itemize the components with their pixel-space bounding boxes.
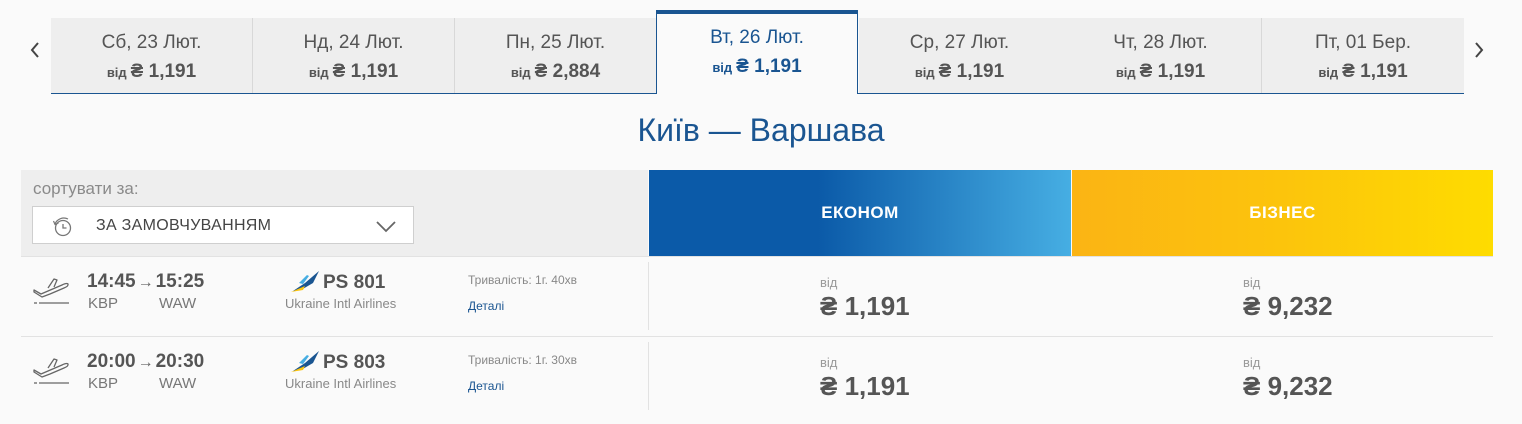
from-label: від [712,60,733,75]
airline-name: Ukraine Intl Airlines [285,376,397,391]
from-label: від [106,65,127,80]
airline-logo-icon [291,271,319,292]
date-price: від ₴ 1,191 [859,61,1060,83]
sort-label: сортувати за: [33,179,139,198]
arrival-time: 15:25 [155,271,205,292]
economy-price: ₴ 1,191 [820,371,910,401]
date-tab[interactable]: Сб, 23 Лют. від ₴ 1,191 [51,18,253,93]
date-tab[interactable]: Пт, 01 Бер. від ₴ 1,191 [1262,18,1464,93]
flight-duration: Тривалість: 1г. 30хв [468,353,578,367]
economy-price-cell[interactable]: від ₴ 1,191 [649,343,1069,415]
business-price: ₴ 9,232 [1243,291,1333,321]
date-label: Пт, 01 Бер. [1314,32,1412,53]
date-label: Ср, 27 Лют. [909,32,1010,53]
date-price-value: ₴ 1,191 [736,56,802,77]
details-link[interactable]: Деталі [468,299,504,313]
flight-duration: Тривалість: 1г. 40хв [468,273,578,287]
departure-time: 20:00 [87,351,136,372]
flight-number: PS 803 [323,352,386,373]
sort-dropdown[interactable]: ЗА ЗАМОВЧУВАННЯМ [32,206,414,244]
arrival-airport: WAW [159,295,197,312]
arrow-right-icon: → [137,354,154,371]
date-price-value: ₴ 1,191 [1342,61,1408,82]
flight-row: 14:45 → 15:25 KBP WAW PS 801 Ukraine Intl … [21,263,1493,335]
business-label: БІЗНЕС [1249,203,1316,222]
economy-price-cell[interactable]: від ₴ 1,191 [649,263,1069,335]
date-price-value: ₴ 1,191 [332,61,399,82]
economy-price: ₴ 1,191 [820,291,910,321]
from-label: від [1318,65,1339,80]
departure-airport: KBP [88,295,119,312]
economy-class-header[interactable]: ЕКОНОМ [649,170,1071,256]
next-dates-button[interactable] [1472,40,1486,60]
chevron-right-icon [1475,42,1484,58]
business-class-header[interactable]: БІЗНЕС [1072,170,1493,256]
date-tab[interactable]: Чт, 28 Лют. від ₴ 1,191 [1060,18,1262,93]
date-carousel: Сб, 23 Лют. від ₴ 1,191 Нд, 24 Лют. від ₴ … [51,10,1464,94]
from-label: від [914,65,935,80]
chevron-down-icon [376,221,396,233]
sort-value: ЗА ЗАМОВЧУВАННЯМ [96,217,272,234]
flight-times: 20:00 → 20:30 [87,351,204,373]
date-price-value: ₴ 1,191 [130,61,197,82]
date-label: Сб, 23 Лют. [101,32,202,53]
from-label: від [1243,275,1261,290]
date-label: Чт, 28 Лют. [1113,32,1208,53]
date-price-value: ₴ 1,191 [1139,61,1206,82]
airline-name: Ukraine Intl Airlines [285,296,397,311]
sort-panel: сортувати за: ЗА ЗАМОВЧУВАННЯМ [21,170,648,256]
date-price: від ₴ 1,191 [1262,61,1464,83]
details-link[interactable]: Деталі [468,379,504,393]
date-price: від ₴ 1,191 [657,56,857,78]
date-label: Нд, 24 Лют. [303,32,404,53]
clock-icon [52,217,72,237]
chevron-left-icon [30,42,39,58]
arrival-airport: WAW [159,375,197,392]
date-tab[interactable]: Пн, 25 Лют. від ₴ 2,884 [455,18,657,93]
from-label: від [820,275,838,290]
flight-number: PS 801 [323,272,386,293]
plane-takeoff-icon [33,278,69,304]
flight-times: 14:45 → 15:25 [87,271,204,293]
airline-logo-icon [291,351,319,372]
plane-takeoff-icon [33,358,69,384]
from-label: від [1243,355,1261,370]
departure-airport: KBP [88,375,119,392]
economy-label: ЕКОНОМ [821,203,899,222]
business-price-cell[interactable]: від ₴ 9,232 [1072,263,1492,335]
row-divider [21,256,1493,257]
date-label: Пн, 25 Лют. [505,32,606,53]
from-label: від [510,65,531,80]
date-price: від ₴ 1,191 [1060,61,1261,83]
business-price: ₴ 9,232 [1243,371,1333,401]
date-tab-selected[interactable]: Вт, 26 Лют. від ₴ 1,191 [656,10,858,94]
route-title: Київ — Варшава [637,112,885,148]
business-price-cell[interactable]: від ₴ 9,232 [1072,343,1492,415]
flight-row: 20:00 → 20:30 KBP WAW PS 803 Ukraine Intl … [21,343,1493,415]
date-price: від ₴ 1,191 [253,61,454,83]
from-label: від [820,355,838,370]
prev-dates-button[interactable] [28,40,42,60]
date-price: від ₴ 2,884 [455,61,656,83]
arrival-time: 20:30 [155,351,205,372]
arrow-right-icon: → [137,274,154,291]
date-label: Вт, 26 Лют. [710,27,804,48]
date-price-value: ₴ 1,191 [938,61,1005,82]
departure-time: 14:45 [87,271,136,292]
from-label: від [308,65,329,80]
row-divider [21,336,1493,337]
date-price: від ₴ 1,191 [51,61,252,83]
from-label: від [1115,65,1136,80]
date-tab[interactable]: Нд, 24 Лют. від ₴ 1,191 [253,18,455,93]
date-price-value: ₴ 2,884 [534,61,601,82]
date-tab[interactable]: Ср, 27 Лют. від ₴ 1,191 [859,18,1061,93]
